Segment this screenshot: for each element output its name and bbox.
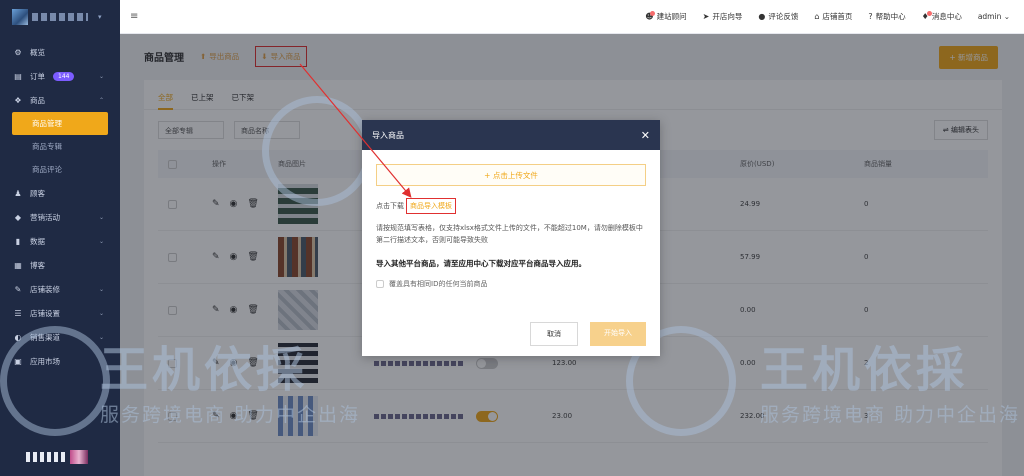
annotation-arrow bbox=[299, 63, 412, 198]
